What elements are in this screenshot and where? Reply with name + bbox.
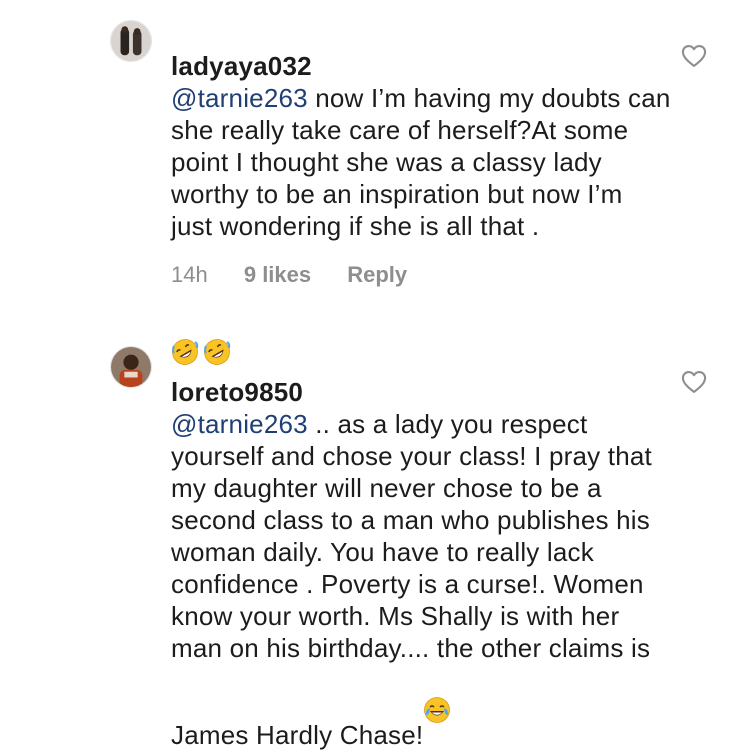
comment-text: ladyaya032 @tarnie263 now I’m having my … [171, 18, 671, 393]
heart-icon[interactable] [680, 368, 708, 396]
comment-username[interactable]: ladyaya032 [171, 51, 312, 81]
rolling-on-floor-laughing-emoji [203, 306, 231, 365]
comment-timestamp: 14h [171, 262, 208, 287]
comment-mention[interactable]: @tarnie263 [171, 409, 308, 439]
comment-body: .. as a lady you respect yourself and ch… [171, 409, 652, 750]
user-avatar-icon[interactable] [110, 20, 152, 62]
comment-meta: 14h 9 likes Reply [171, 262, 437, 288]
comment-mention[interactable]: @tarnie263 [171, 83, 308, 113]
user-avatar-icon[interactable] [110, 346, 152, 388]
comment-username[interactable]: loreto9850 [171, 377, 303, 407]
reply-button[interactable]: Reply [347, 262, 407, 287]
tears-of-joy-emoji [423, 664, 451, 723]
likes-count[interactable]: 9 likes [244, 262, 311, 287]
comment-text: loreto9850 @tarnie263 .. as a lady you r… [171, 344, 671, 751]
heart-icon[interactable] [680, 42, 708, 70]
rolling-on-floor-laughing-emoji [171, 306, 199, 365]
